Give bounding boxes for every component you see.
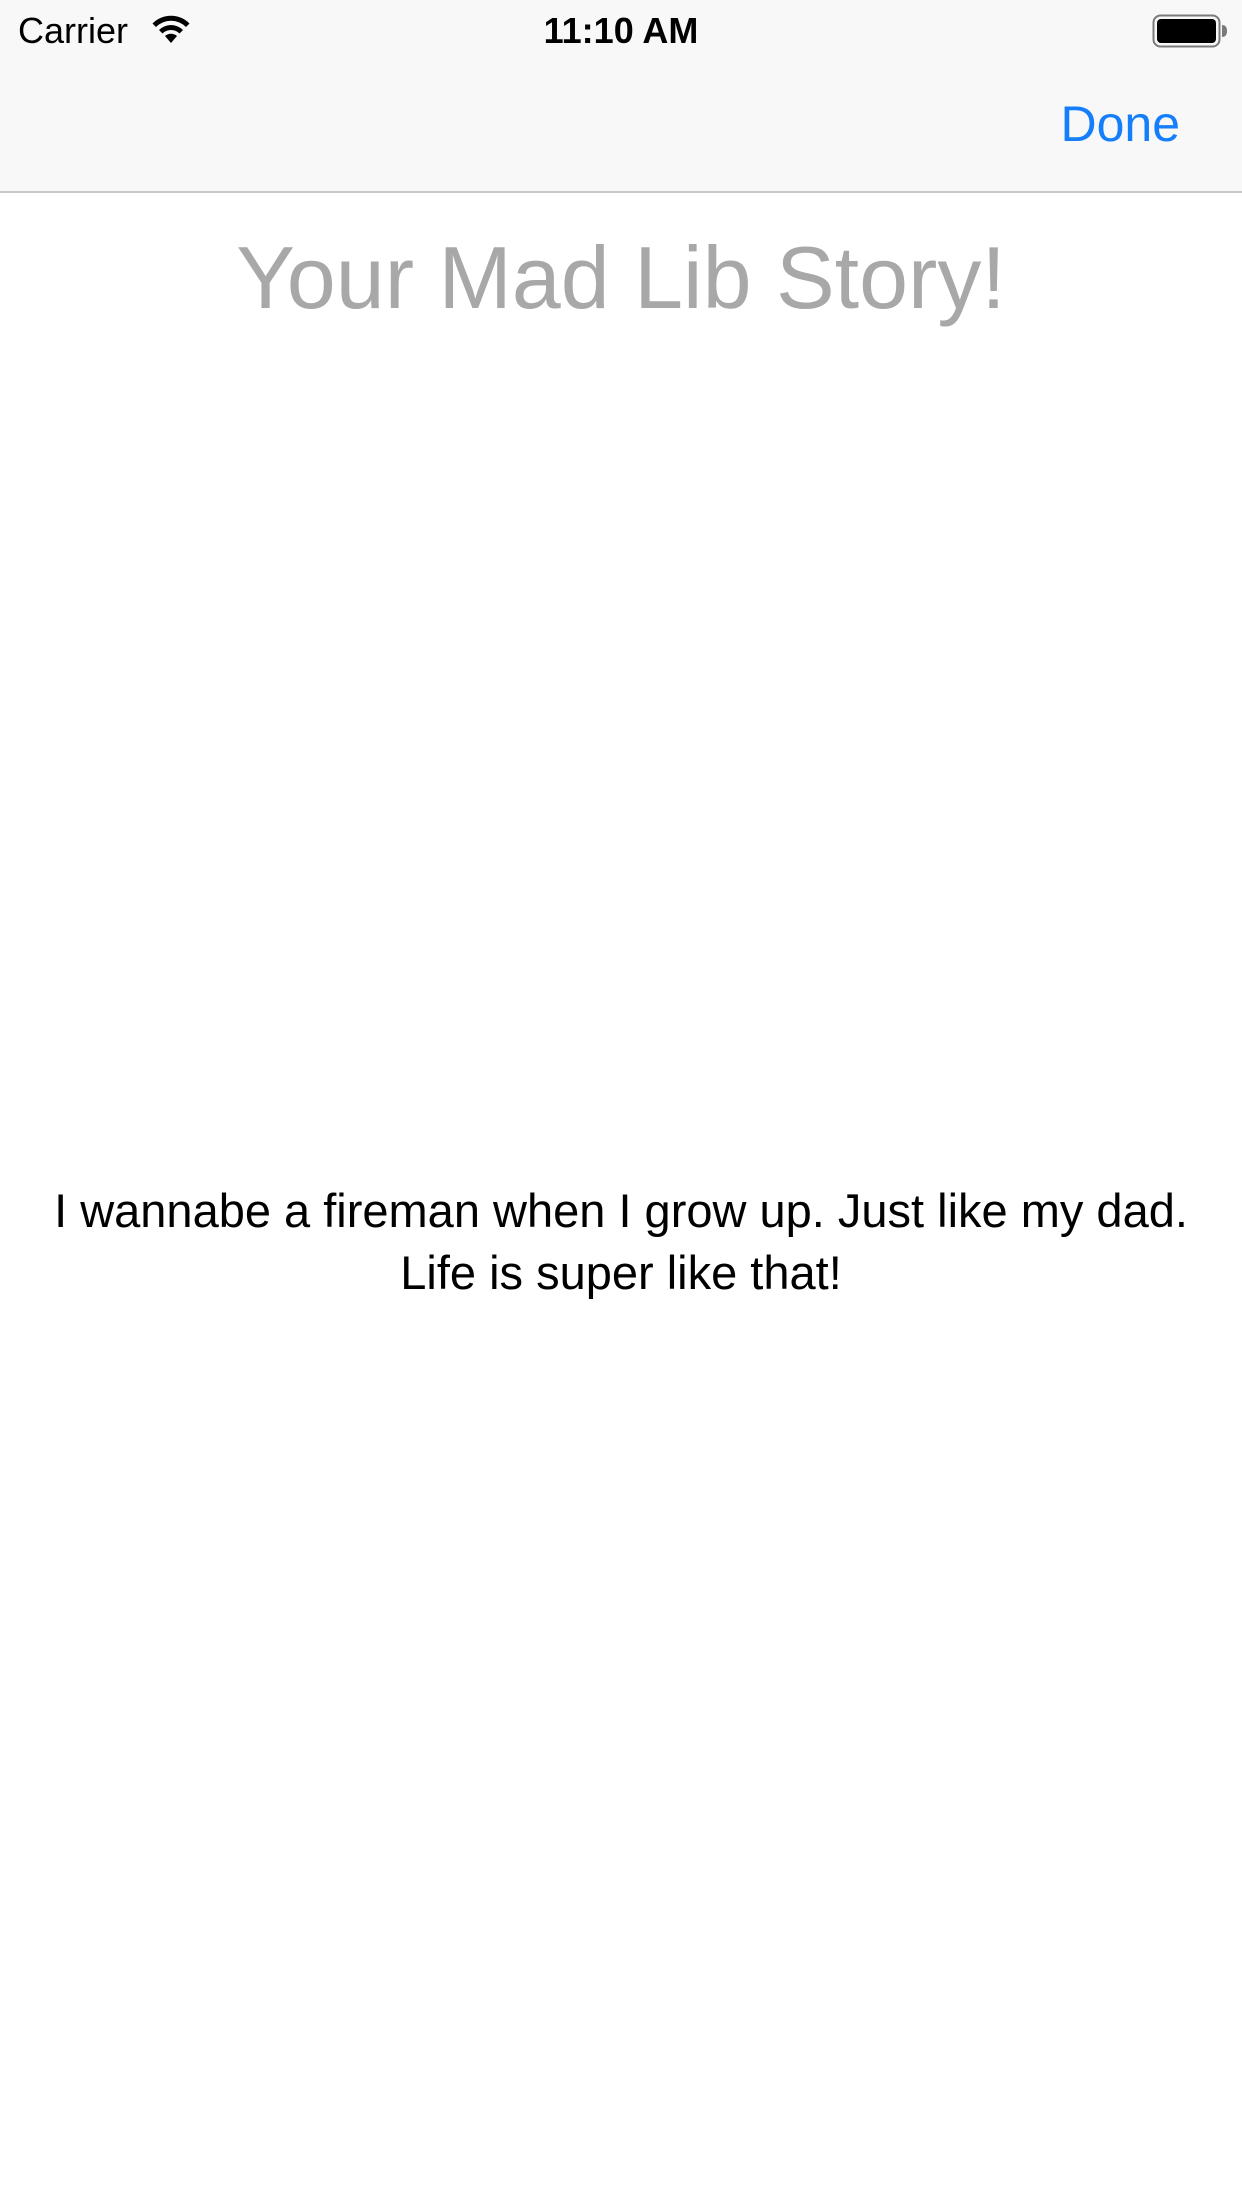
status-bar: Carrier 11:10 AM <box>0 0 1242 60</box>
battery-icon <box>1152 14 1228 48</box>
story-screen: Carrier 11:10 AM Done Your Mad Lib Story… <box>0 0 1242 2208</box>
page-title: Your Mad Lib Story! <box>236 228 1006 327</box>
navigation-bar: Done <box>0 60 1242 193</box>
story-text: I wannabe a fireman when I grow up. Just… <box>54 1184 1188 1299</box>
clock: 11:10 AM <box>543 10 699 51</box>
done-button[interactable]: Done <box>1060 96 1180 152</box>
